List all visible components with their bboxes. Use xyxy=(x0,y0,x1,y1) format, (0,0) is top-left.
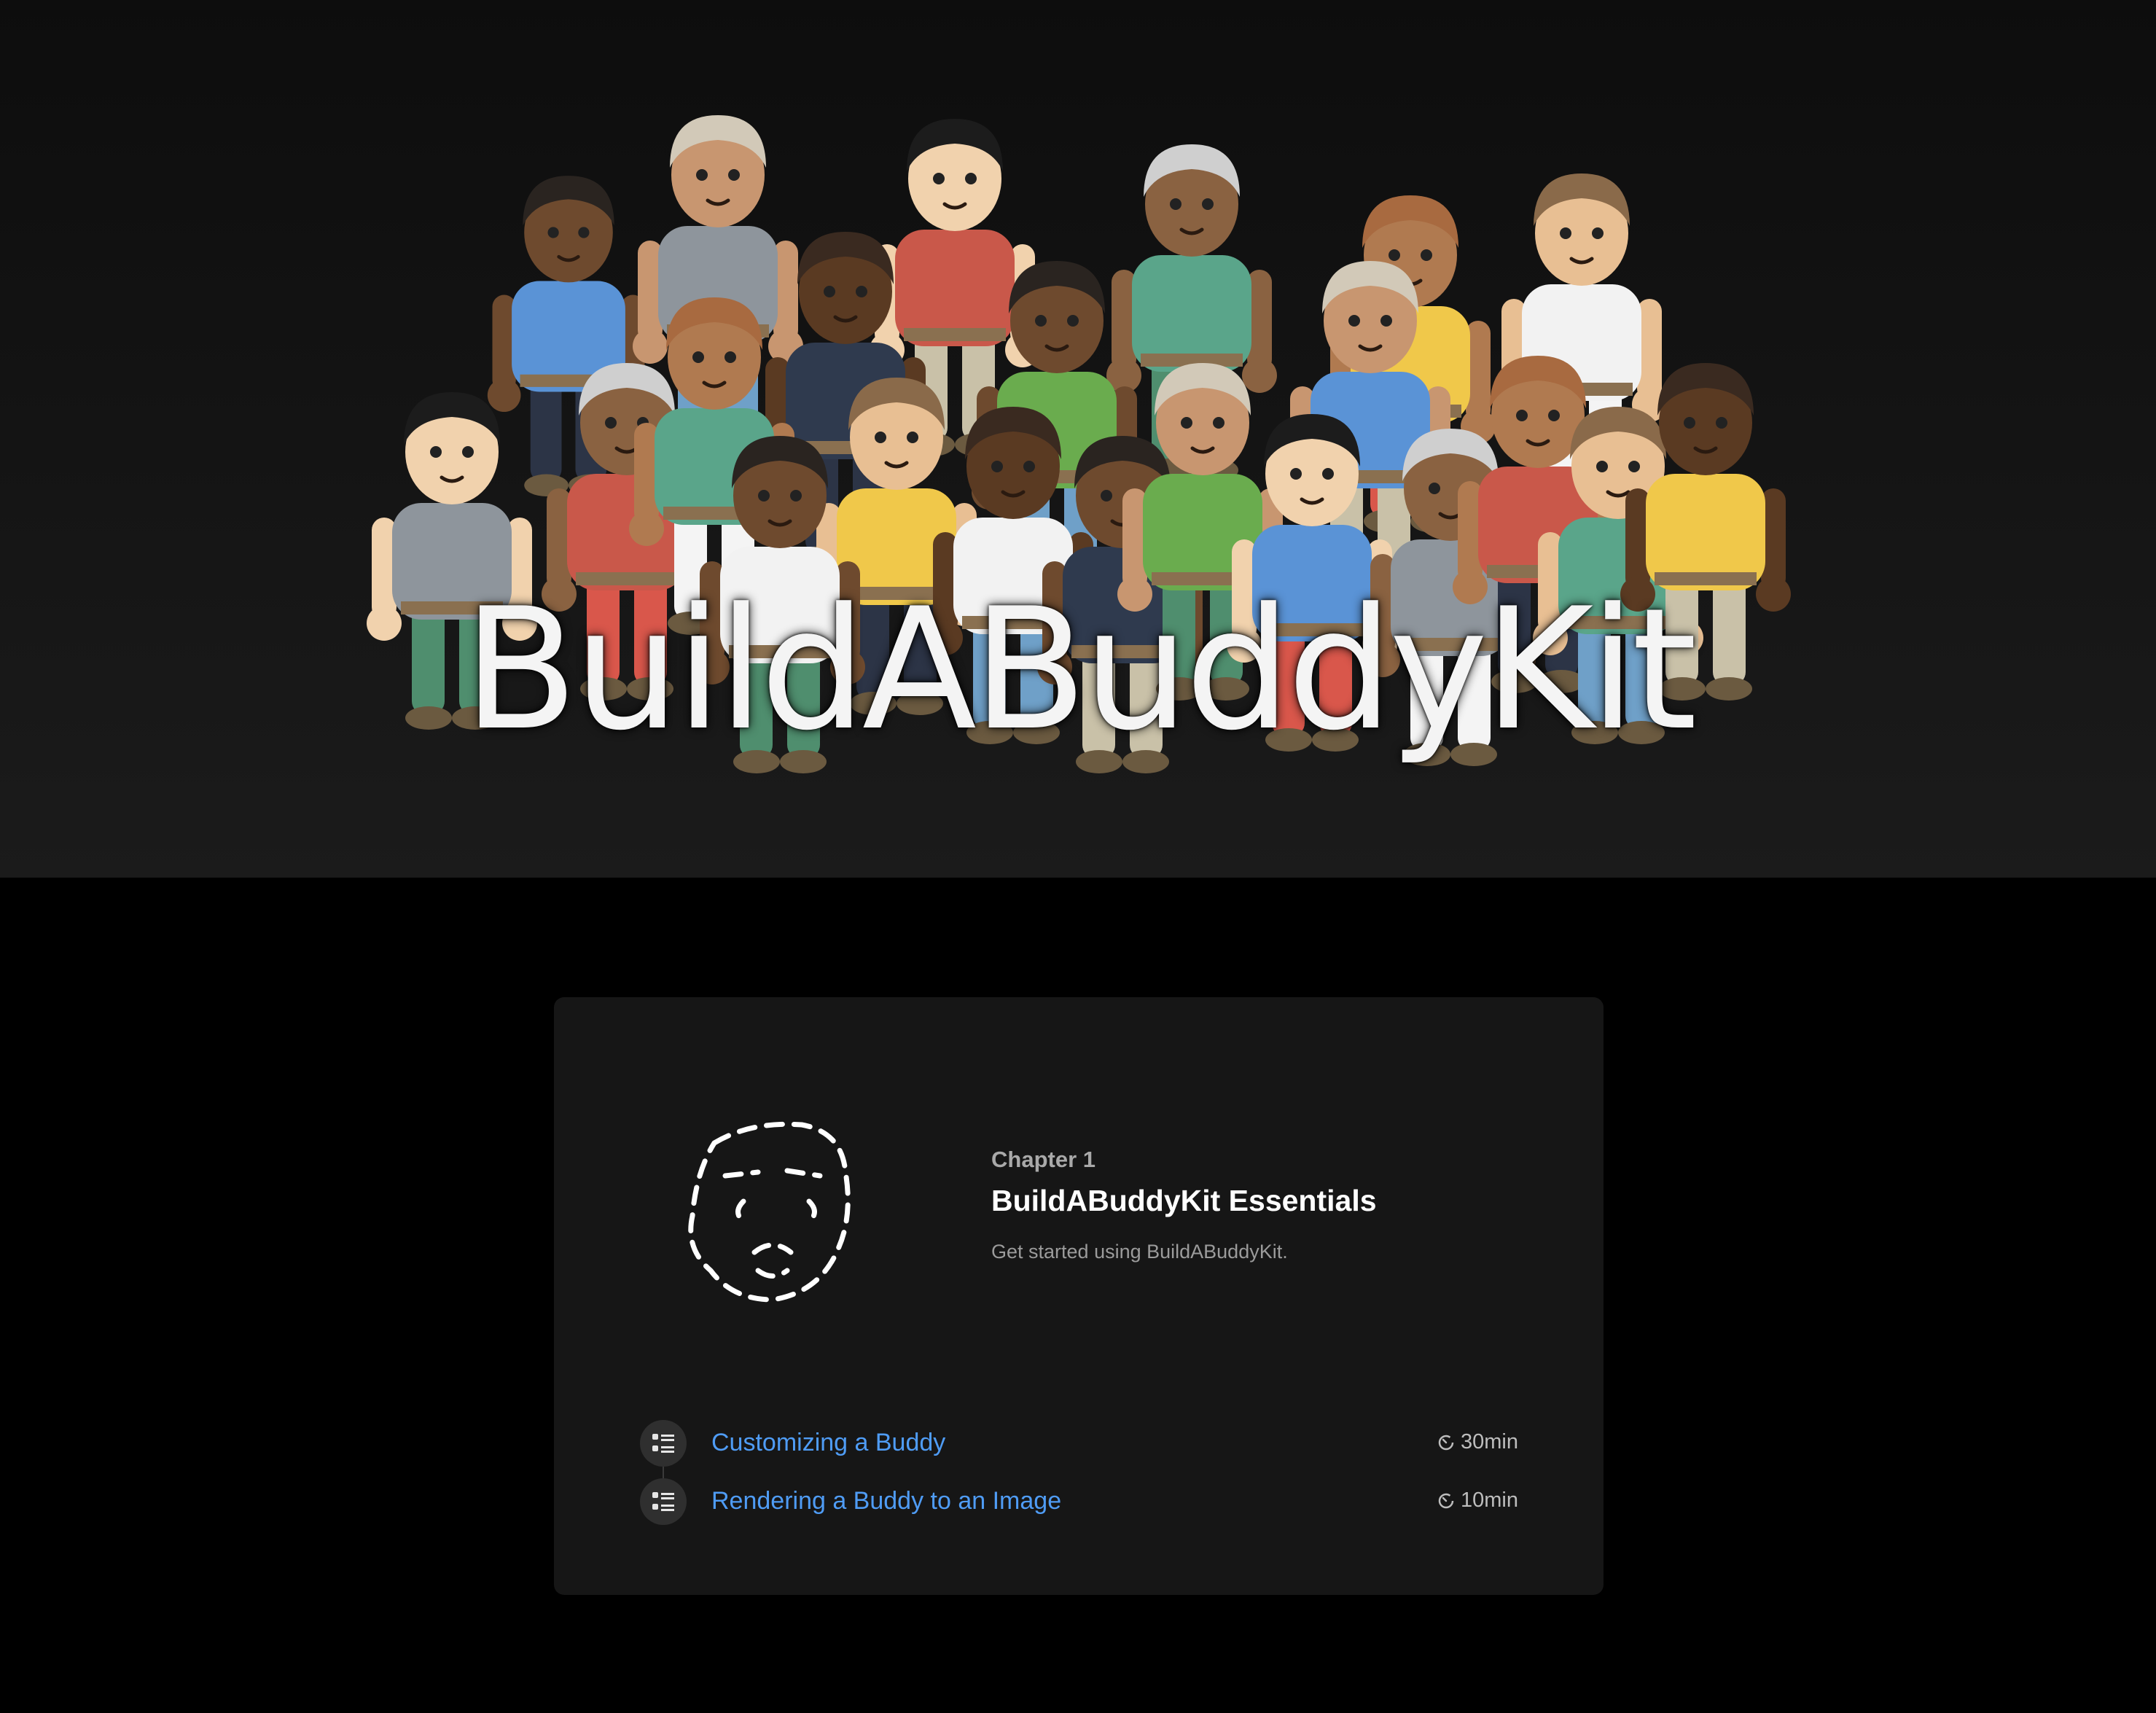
tutorial-list-icon xyxy=(640,1420,687,1467)
tutorial-duration: 10min xyxy=(1437,1488,1518,1513)
tutorial-duration-text: 10min xyxy=(1461,1488,1518,1512)
hero-banner: BuildABuddyKit xyxy=(0,0,2156,878)
tutorial-list-icon xyxy=(640,1478,687,1525)
tutorial-link-customizing[interactable]: Customizing a Buddy xyxy=(711,1429,945,1457)
chapter-card: Chapter 1 BuildABuddyKit Essentials Get … xyxy=(554,997,1604,1595)
tutorial-link-rendering[interactable]: Rendering a Buddy to an Image xyxy=(711,1487,1061,1515)
hero-title: BuildABuddyKit xyxy=(463,573,1697,768)
dashed-face-icon xyxy=(688,1121,851,1303)
chapter-kicker: Chapter 1 xyxy=(991,1147,1095,1172)
tutorial-duration-text: 30min xyxy=(1461,1430,1518,1453)
timer-icon xyxy=(1438,1435,1454,1451)
chapter-description: Get started using BuildABuddyKit. xyxy=(991,1241,1288,1263)
tutorial-item[interactable]: Rendering a Buddy to an Image 10min xyxy=(640,1478,1518,1525)
chapter-title: BuildABuddyKit Essentials xyxy=(991,1184,1377,1217)
timer-icon xyxy=(1438,1493,1454,1509)
tutorial-item[interactable]: Customizing a Buddy 30min xyxy=(640,1420,1518,1467)
tutorial-duration: 30min xyxy=(1437,1430,1518,1454)
